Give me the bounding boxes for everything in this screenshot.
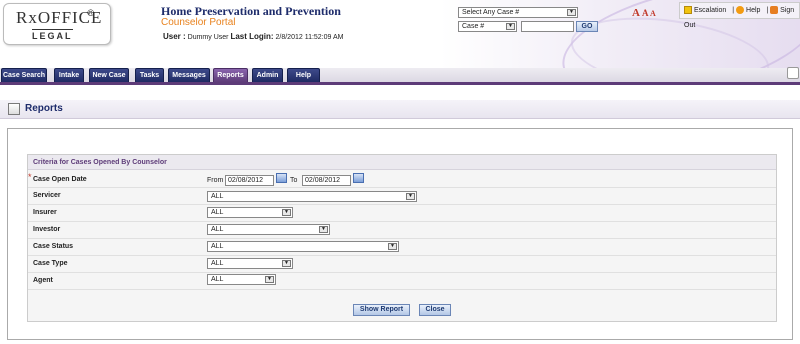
chevron-down-icon[interactable]: ▼: [282, 260, 291, 267]
case-type-select[interactable]: ALL ▼: [207, 258, 293, 269]
font-size-small[interactable]: A: [650, 9, 656, 18]
case-status-select[interactable]: ALL ▼: [207, 241, 399, 252]
page-title: Reports: [25, 103, 63, 114]
tab-tasks[interactable]: Tasks: [135, 68, 164, 82]
tab-messages[interactable]: Messages: [168, 68, 210, 82]
user-info: User : Dummy User Last Login: 2/8/2012 1…: [163, 32, 343, 41]
last-login-label: Last Login:: [230, 32, 274, 41]
chevron-down-icon[interactable]: ▼: [265, 276, 274, 283]
escalation-icon: [684, 6, 692, 15]
case-type-select[interactable]: Case # ▼: [458, 21, 517, 32]
required-mark: *: [28, 172, 32, 182]
tab-reports[interactable]: Reports: [213, 68, 248, 82]
logo-registered-mark: ®: [87, 8, 94, 18]
tab-case-search[interactable]: Case Search: [1, 68, 47, 82]
row-case-open-date: [28, 171, 776, 188]
case-select[interactable]: Select Any Case # ▼: [458, 7, 578, 18]
criteria-title: Criteria for Cases Opened By Counselor: [28, 155, 776, 170]
user-name: Dummy User: [187, 34, 229, 41]
top-links: Escalation | Help | Sign Out: [679, 2, 800, 29]
from-label: From: [207, 177, 224, 184]
chevron-down-icon[interactable]: ▼: [406, 193, 415, 200]
chevron-down-icon[interactable]: ▼: [388, 243, 397, 250]
close-button[interactable]: Close: [419, 304, 451, 316]
accessibility-icon[interactable]: [787, 67, 799, 79]
agent-label: Agent: [33, 277, 53, 284]
tab-new-case[interactable]: New Case: [89, 68, 129, 82]
row-investor: [28, 222, 776, 239]
show-report-button[interactable]: Show Report: [353, 304, 410, 316]
insurer-label: Insurer: [33, 209, 57, 216]
go-button[interactable]: GO: [576, 21, 598, 32]
insurer-select[interactable]: ALL ▼: [207, 207, 293, 218]
app-logo[interactable]: RxOFFICE ® LEGAL: [3, 3, 111, 45]
help-label: Help: [746, 7, 761, 14]
servicer-value: ALL: [211, 193, 224, 200]
page-header: Reports: [0, 100, 800, 119]
help-link[interactable]: Help: [736, 6, 762, 15]
investor-label: Investor: [33, 226, 61, 233]
font-size-medium[interactable]: A: [642, 8, 649, 18]
investor-value: ALL: [211, 226, 224, 233]
case-open-date-label: Case Open Date: [33, 176, 87, 183]
chevron-down-icon[interactable]: ▼: [506, 23, 515, 30]
help-icon: [736, 6, 745, 15]
servicer-select[interactable]: ALL ▼: [207, 191, 417, 202]
tab-intake[interactable]: Intake: [54, 68, 84, 82]
case-search-input[interactable]: [521, 21, 574, 32]
font-size-large[interactable]: A: [632, 7, 640, 19]
font-size-controls: A A A: [632, 7, 656, 19]
to-date-input[interactable]: 02/08/2012: [302, 175, 351, 186]
chevron-down-icon[interactable]: ▼: [282, 209, 291, 216]
row-case-type: [28, 256, 776, 273]
row-agent: [28, 273, 776, 290]
lock-icon: [770, 6, 779, 15]
app-subtitle: Counselor Portal: [161, 17, 236, 28]
agent-value: ALL: [211, 276, 224, 283]
tab-admin[interactable]: Admin: [252, 68, 283, 82]
case-select-value: Select Any Case #: [462, 9, 520, 16]
row-insurer: [28, 205, 776, 222]
from-date-input[interactable]: 02/08/2012: [225, 175, 274, 186]
report-icon: [8, 103, 20, 115]
escalation-link[interactable]: Escalation: [684, 6, 728, 15]
logo-text-bottom: LEGAL: [32, 29, 73, 41]
user-label: User :: [163, 32, 186, 41]
row-case-status: [28, 239, 776, 256]
case-type-label: Case Type: [33, 260, 68, 267]
chevron-down-icon[interactable]: ▼: [567, 9, 576, 16]
calendar-icon[interactable]: [276, 173, 287, 183]
escalation-label: Escalation: [694, 7, 727, 14]
to-label: To: [290, 177, 298, 184]
case-type-value: ALL: [211, 260, 224, 267]
tab-help[interactable]: Help: [287, 68, 320, 82]
case-type-select-value: Case #: [462, 23, 485, 30]
insurer-value: ALL: [211, 209, 224, 216]
app-header: RxOFFICE ® LEGAL Home Preservation and P…: [0, 0, 800, 68]
investor-select[interactable]: ALL ▼: [207, 224, 330, 235]
agent-select[interactable]: ALL ▼: [207, 274, 276, 285]
last-login-value: 2/8/2012 11:52:09 AM: [275, 34, 344, 41]
case-status-label: Case Status: [33, 243, 74, 250]
nav-bar-line: [0, 82, 800, 85]
chevron-down-icon[interactable]: ▼: [319, 226, 328, 233]
servicer-label: Servicer: [33, 192, 61, 199]
calendar-icon[interactable]: [353, 173, 364, 183]
case-status-value: ALL: [211, 243, 224, 250]
